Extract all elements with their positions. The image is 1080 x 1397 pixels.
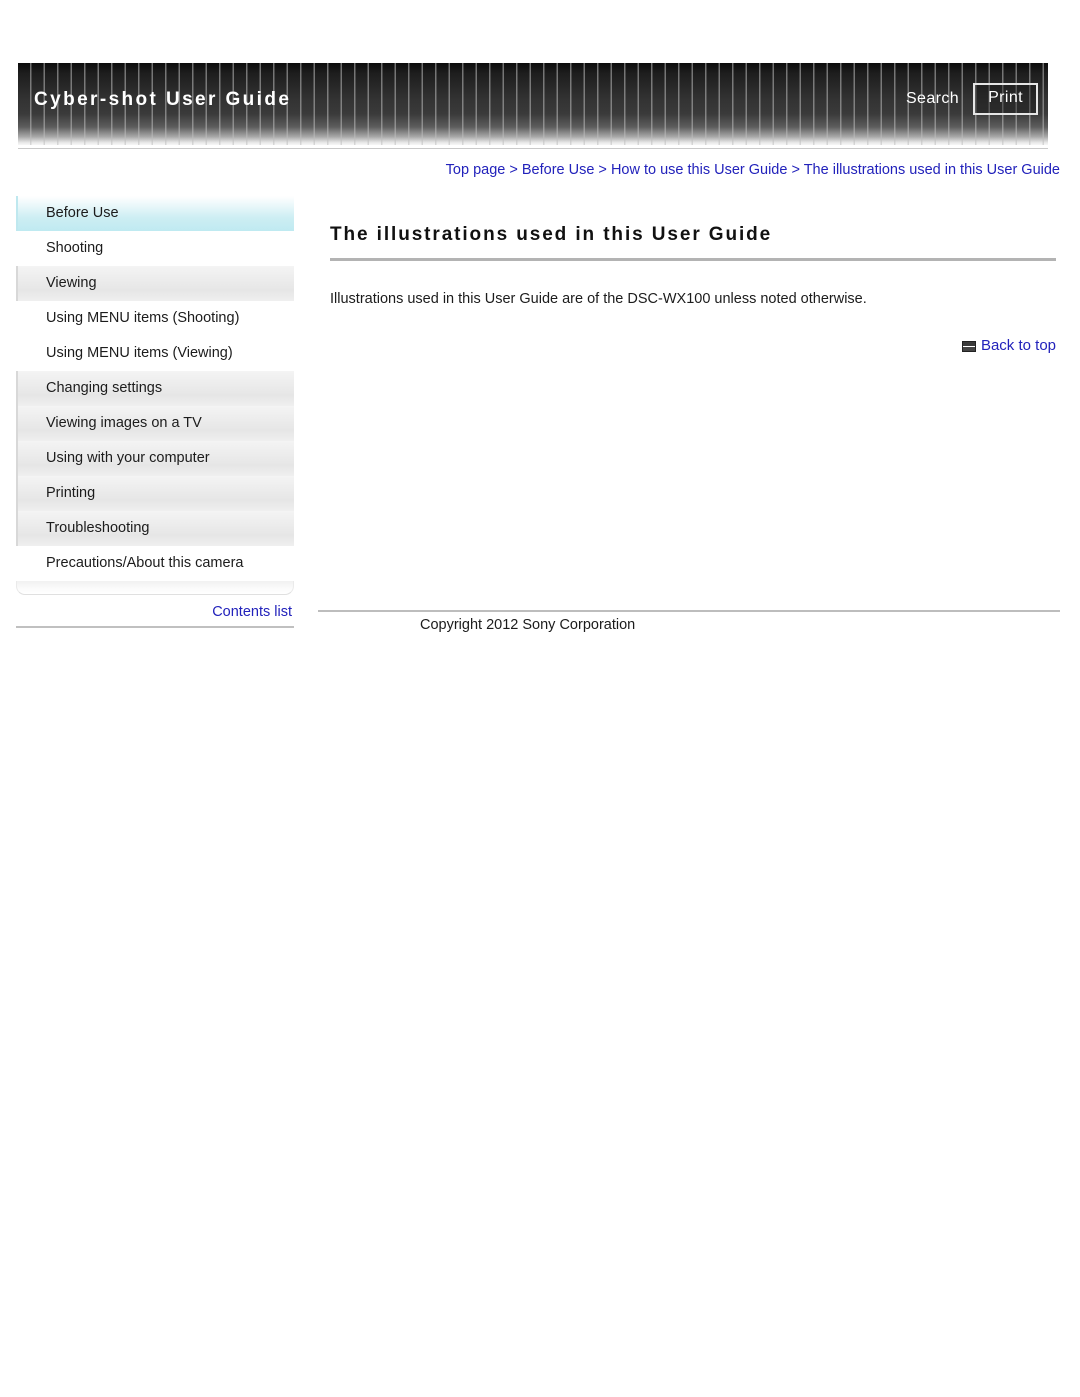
sidebar-divider (16, 626, 294, 628)
sidebar-item-using-menu-items-shooting[interactable]: Using MENU items (Shooting) (16, 301, 294, 336)
footer-divider (318, 610, 1060, 612)
sidebar-item-before-use[interactable]: Before Use (16, 196, 294, 231)
sidebar-item-viewing[interactable]: Viewing (16, 266, 294, 301)
sidebar-item-viewing-images-on-a-tv[interactable]: Viewing images on a TV (16, 406, 294, 441)
sidebar-item-using-with-your-computer[interactable]: Using with your computer (16, 441, 294, 476)
breadcrumb-separator: > (505, 162, 522, 178)
back-to-top-row: Back to top (330, 337, 1056, 354)
breadcrumb-item-how-to-use[interactable]: How to use this User Guide (611, 162, 788, 178)
header-actions: Search Print (906, 83, 1038, 115)
page-title: The illustrations used in this User Guid… (330, 224, 773, 245)
search-link[interactable]: Search (906, 90, 959, 108)
print-button[interactable]: Print (973, 83, 1038, 115)
sidebar-item-troubleshooting[interactable]: Troubleshooting (16, 511, 294, 546)
sidebar-bottom-cap (16, 581, 294, 595)
site-title: Cyber-shot User Guide (34, 89, 292, 110)
sidebar-item-printing[interactable]: Printing (16, 476, 294, 511)
site-header: Cyber-shot User Guide Search Print (18, 63, 1048, 149)
contents-list-row: Contents list (16, 603, 294, 621)
breadcrumb-separator: > (594, 162, 611, 178)
sidebar-navigation: Before Use Shooting Viewing Using MENU i… (16, 196, 294, 628)
title-divider (330, 258, 1056, 261)
main-content: The illustrations used in this User Guid… (330, 224, 1056, 354)
breadcrumb-separator: > (787, 162, 804, 178)
sidebar-item-precautions-about-this-camera[interactable]: Precautions/About this camera (16, 546, 294, 581)
back-to-top-link[interactable]: Back to top (981, 337, 1056, 354)
back-to-top-icon (961, 340, 976, 352)
breadcrumb-item-top-page[interactable]: Top page (446, 162, 506, 178)
breadcrumb-item-before-use[interactable]: Before Use (522, 162, 595, 178)
breadcrumb: Top page > Before Use > How to use this … (330, 162, 1060, 178)
sidebar-item-using-menu-items-viewing[interactable]: Using MENU items (Viewing) (16, 336, 294, 371)
sidebar-item-changing-settings[interactable]: Changing settings (16, 371, 294, 406)
sidebar-item-shooting[interactable]: Shooting (16, 231, 294, 266)
body-paragraph: Illustrations used in this User Guide ar… (330, 291, 867, 307)
breadcrumb-item-current[interactable]: The illustrations used in this User Guid… (804, 162, 1060, 178)
copyright-text: Copyright 2012 Sony Corporation (420, 617, 636, 633)
contents-list-link[interactable]: Contents list (212, 604, 292, 620)
